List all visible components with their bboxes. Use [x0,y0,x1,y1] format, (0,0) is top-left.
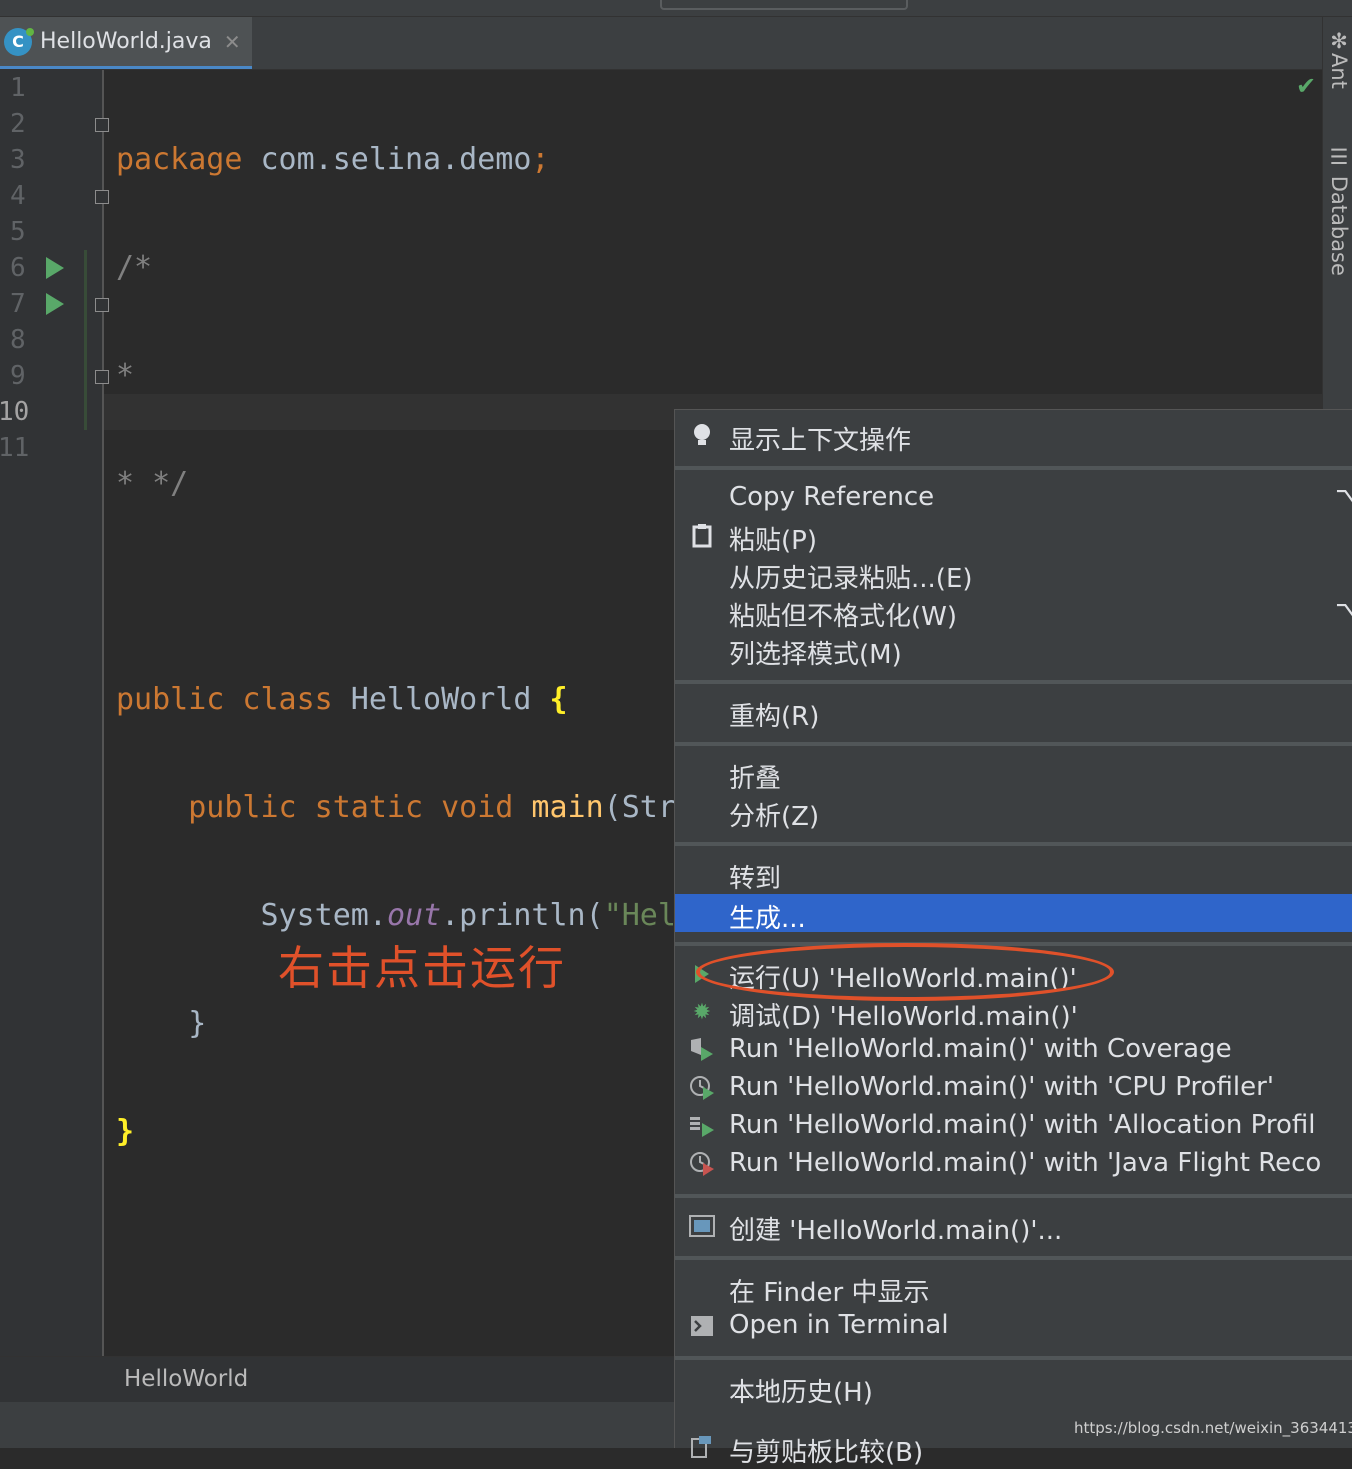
line-number: 9 [10,361,26,391]
menu-item-local-history[interactable]: 本地历史(H) [675,1368,1352,1408]
lightbulb-icon [689,423,715,449]
compare-icon [689,1435,715,1461]
menu-item-run-with-cpu-profiler[interactable]: Run 'HelloWorld.main()' with 'CPU Profil… [675,1068,1352,1106]
annotation-text: 右击点击运行 [278,941,566,995]
menu-item-copy-reference[interactable]: Copy Reference ⌥ [675,478,1352,516]
shortcut-hint: ⌥ [1335,596,1352,626]
database-icon: ☰ [1327,145,1351,176]
line-number: 2 [10,109,26,139]
run-gutter-icon[interactable] [46,293,64,315]
menu-item-folding[interactable]: 折叠 [675,754,1352,794]
menu-separator [675,1256,1352,1260]
vcs-change-marker [84,250,87,430]
menu-item-show-context-actions[interactable]: 显示上下文操作 [675,416,1352,456]
fold-icon[interactable] [95,118,109,132]
menu-item-analyze[interactable]: 分析(Z) [675,792,1352,832]
breadcrumb-item[interactable]: HelloWorld [124,1366,248,1392]
run-gutter-icon[interactable] [46,257,64,279]
code-line-2: /* [116,250,153,285]
context-menu: 显示上下文操作 Copy Reference ⌥ 粘贴(P) 从历史记录粘贴..… [674,409,1352,1468]
breadcrumb: HelloWorld [0,1356,674,1403]
watermark: https://blog.csdn.net/weixin_36344134 [1070,1419,1352,1437]
database-tool-button[interactable]: ☰ Database [1327,145,1351,276]
allocation-profiler-icon [689,1113,715,1139]
right-tool-strip: ✻Ant ☰ Database [1322,17,1352,409]
fold-icon[interactable] [95,370,109,384]
line-number: 6 [10,253,26,283]
menu-item-paste[interactable]: 粘贴(P) [675,516,1352,556]
line-number-current: 10 [0,397,30,427]
debug-icon: ✹ [692,999,712,1025]
line-number: 3 [10,145,26,175]
top-toolbar [0,0,1352,17]
status-bar [0,1402,674,1448]
code-line-3: * [116,358,135,393]
menu-item-run-with-coverage[interactable]: Run 'HelloWorld.main()' with Coverage [675,1030,1352,1068]
line-number: 7 [10,289,26,319]
fold-icon[interactable] [95,190,109,204]
line-number: 1 [10,73,26,103]
terminal-icon [689,1313,715,1339]
inspection-ok-icon[interactable]: ✔ [1296,72,1316,100]
menu-item-open-in-terminal[interactable]: Open in Terminal [675,1306,1352,1344]
tab-helloworld-java[interactable]: C HelloWorld.java ✕ [0,17,252,69]
close-icon[interactable]: ✕ [224,30,241,54]
menu-item-reveal-in-finder[interactable]: 在 Finder 中显示 [675,1268,1352,1308]
editor-gutter: 1 2 3 4 5 6 7 8 9 10 11 [0,70,109,1356]
menu-item-paste-without-formatting[interactable]: 粘贴但不格式化(W) ⌥ [675,592,1352,632]
shortcut-hint: ⌥ [1335,482,1352,512]
menu-item-run-with-java-flight-recorder[interactable]: Run 'HelloWorld.main()' with 'Java Fligh… [675,1144,1352,1182]
menu-item-run-with-allocation-profiler[interactable]: Run 'HelloWorld.main()' with 'Allocation… [675,1106,1352,1144]
menu-separator [675,680,1352,684]
menu-item-debug-main[interactable]: ✹ 调试(D) 'HelloWorld.main()' [675,992,1352,1033]
menu-item-paste-from-history[interactable]: 从历史记录粘贴...(E) [675,554,1352,594]
annotation-ellipse [696,943,1114,1001]
menu-separator [675,942,1352,946]
menu-separator [675,1356,1352,1360]
clipboard-icon [689,523,715,549]
menu-separator [675,466,1352,470]
run-config-icon [689,1213,715,1239]
line-number: 11 [0,433,30,463]
cpu-profiler-icon [689,1075,715,1101]
line-number: 4 [10,181,26,211]
line-number: 5 [10,217,26,247]
menu-item-create-run-config[interactable]: 创建 'HelloWorld.main()'... [675,1206,1352,1246]
ant-tool-button[interactable]: ✻Ant [1327,29,1351,89]
toolbar-search-field[interactable] [660,0,908,10]
menu-item-generate[interactable]: 生成... [675,894,1352,934]
code-line-1: package com.selina.demo; [116,142,550,177]
menu-item-refactor[interactable]: 重构(R) [675,692,1352,732]
fold-icon[interactable] [95,298,109,312]
menu-item-column-selection-mode[interactable]: 列选择模式(M) [675,630,1352,670]
java-class-icon: C [4,27,34,56]
menu-separator [675,742,1352,746]
menu-separator [675,842,1352,846]
flight-recorder-icon [689,1151,715,1177]
tab-label: HelloWorld.java [40,29,212,54]
coverage-icon [689,1037,715,1063]
ant-icon: ✻ [1327,29,1351,53]
editor-tab-bar: C HelloWorld.java ✕ [0,17,1322,70]
menu-item-goto[interactable]: 转到 [675,854,1352,894]
menu-separator [675,1194,1352,1198]
line-number: 8 [10,325,26,355]
